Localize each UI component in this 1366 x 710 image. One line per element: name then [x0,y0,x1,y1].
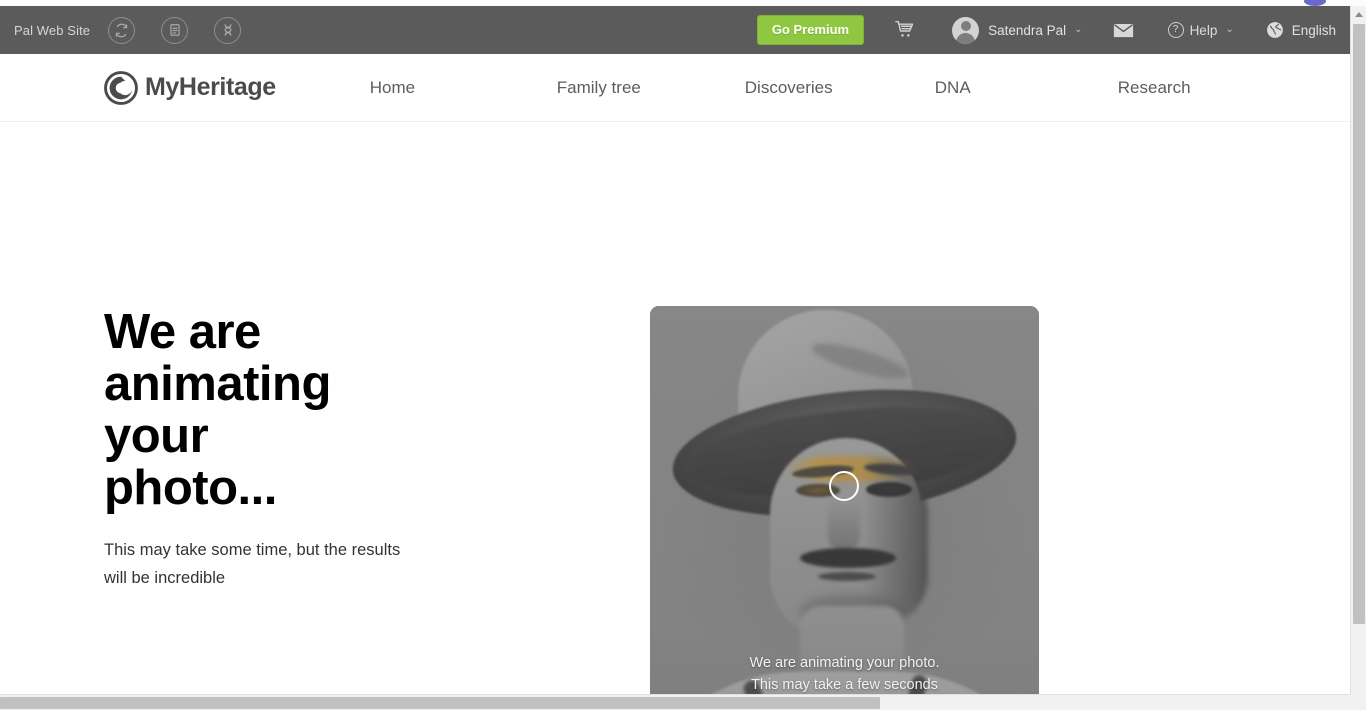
photo-preview-card: We are animating your photo. This may ta… [650,306,1039,694]
photo-caption-line-2: This may take a few seconds [751,677,938,693]
hero-section: We are animating your photo... This may … [0,122,1350,694]
horizontal-scrollbar-thumb[interactable] [0,697,880,709]
chevron-down-icon: ⌄ [1074,24,1083,35]
logo-text: MyHeritage [145,73,276,101]
vertical-scrollbar-thumb[interactable] [1353,24,1365,624]
scrollbar-corner [1350,694,1366,710]
records-icon[interactable] [161,16,189,44]
chevron-down-icon: ⌄ [1225,24,1234,35]
page-title: We are animating your photo... [104,305,331,515]
go-premium-button[interactable]: Go Premium [756,15,865,45]
avatar [952,16,980,44]
horizontal-scrollbar[interactable] [0,694,1350,710]
user-name-label: Satendra Pal [988,22,1067,38]
nav-link-family-tree[interactable]: Family tree [557,72,745,104]
topbar-right-group: Go Premium Satendra Pal ⌄ ? Help ⌄ Engli… [756,15,1350,45]
top-utility-bar: Pal Web Site Go Premium Satendra Pal ⌄ ?… [0,6,1350,54]
page-viewport: Pal Web Site Go Premium Satendra Pal ⌄ ?… [0,6,1350,694]
globe-icon [1266,21,1284,39]
question-mark-icon: ? [1167,22,1184,38]
photo-caption-line-1: We are animating your photo. [749,655,940,671]
photo-status-caption: We are animating your photo. This may ta… [650,652,1039,694]
topbar-left-group: Pal Web Site [0,16,267,44]
myheritage-swirl-logo-icon [104,70,138,105]
hero-text-block: We are animating your photo... This may … [104,306,524,592]
nav-links: Home Family tree Discoveries DNA Researc… [370,72,1268,104]
myheritage-logo[interactable]: MyHeritage [104,70,276,105]
main-navigation-bar: MyHeritage Home Family tree Discoveries … [0,54,1350,122]
nav-link-home[interactable]: Home [370,72,557,104]
site-name-label: Pal Web Site [14,22,91,38]
language-selector[interactable]: English [1266,21,1336,39]
scroll-up-arrow-icon[interactable] [1351,6,1366,23]
browser-window: Pal Web Site Go Premium Satendra Pal ⌄ ?… [0,0,1366,710]
dna-icon[interactable] [214,16,242,44]
help-label: Help [1189,22,1218,38]
user-menu[interactable]: Satendra Pal ⌄ [952,16,1083,44]
nav-link-research[interactable]: Research [1118,72,1268,104]
language-label: English [1291,22,1336,38]
help-menu[interactable]: ? Help ⌄ [1167,22,1234,38]
loading-spinner-icon [829,471,859,501]
vertical-scrollbar[interactable] [1350,6,1366,694]
envelope-icon[interactable] [1113,23,1134,38]
shopping-cart-icon[interactable] [894,20,916,40]
nav-link-dna[interactable]: DNA [935,72,1118,104]
nav-link-discoveries[interactable]: Discoveries [745,72,935,104]
sync-icon[interactable] [108,16,136,44]
hero-subtitle: This may take some time, but the results… [104,541,401,587]
